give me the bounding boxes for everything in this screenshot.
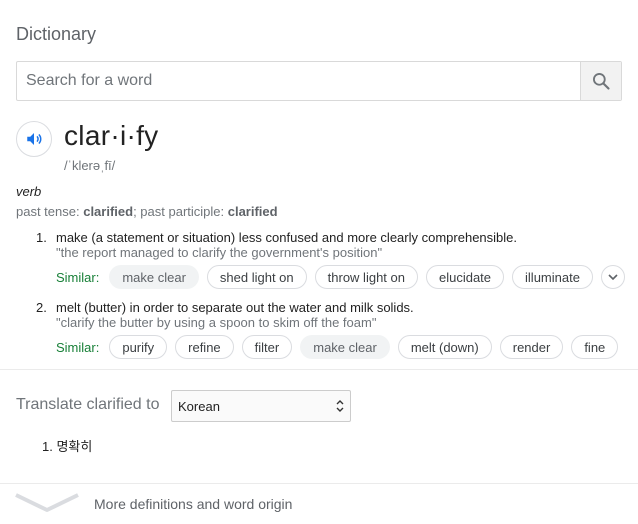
dictionary-card: Dictionary clar·i·fy /ˈklerəˌfī/ verb pa…: [0, 0, 638, 524]
similar-label: Similar:: [56, 269, 100, 285]
translate-label: Translate clarified to: [16, 396, 160, 413]
select-arrows-icon: [336, 400, 344, 412]
definition-example: "the report managed to clarify the gover…: [56, 245, 383, 260]
language-select-value: Korean: [178, 398, 220, 414]
pronunciation-button[interactable]: [16, 121, 52, 157]
more-definitions-label: More definitions and word origin: [94, 496, 293, 512]
similar-chip[interactable]: refine: [175, 335, 234, 359]
expand-similar-button[interactable]: [600, 265, 625, 289]
similar-chip[interactable]: make clear: [300, 335, 390, 359]
word-forms: past tense: clarified; past participle: …: [16, 204, 278, 219]
similar-chip[interactable]: shed light on: [206, 265, 307, 289]
translation-number: 1.: [42, 439, 53, 454]
phonetic: /ˈklerəˌfī/: [64, 158, 116, 173]
more-definitions-link[interactable]: More definitions and word origin: [0, 484, 638, 524]
search-input[interactable]: [17, 62, 581, 100]
similar-chip[interactable]: illuminate: [512, 265, 593, 289]
search-box: [16, 61, 622, 101]
past-participle-value: clarified: [227, 204, 278, 219]
part-of-speech: verb: [16, 184, 42, 199]
translation-result: 1. 명확히: [42, 436, 92, 455]
dictionary-title: Dictionary: [16, 24, 97, 44]
similar-chip[interactable]: elucidate: [425, 265, 505, 289]
definition-number: 2.: [36, 300, 47, 315]
search-icon: [593, 73, 610, 90]
chevron-down-icon: [608, 274, 618, 281]
definition-text: melt (butter) in order to separate out t…: [56, 300, 414, 315]
past-participle-label: ; past participle:: [133, 204, 228, 219]
similar-chip[interactable]: fine: [571, 335, 619, 359]
divider: [0, 369, 638, 370]
similar-chip[interactable]: render: [499, 335, 564, 359]
similar-chip[interactable]: purify: [109, 335, 168, 359]
similar-row-2: Similar: purify refine filter make clear…: [56, 334, 626, 360]
past-tense-value: clarified: [83, 204, 134, 219]
headword: clar·i·fy: [64, 120, 159, 151]
chevron-down-icon: [15, 493, 79, 512]
translation-text: 명확히: [56, 439, 93, 454]
past-tense-label: past tense:: [16, 204, 84, 219]
similar-chip[interactable]: melt (down): [397, 335, 492, 359]
language-select[interactable]: Korean: [171, 390, 351, 422]
similar-chip[interactable]: make clear: [109, 265, 199, 289]
speaker-icon: [27, 133, 42, 145]
similar-label: Similar:: [56, 339, 100, 355]
definition-number: 1.: [36, 230, 47, 245]
similar-row-1: Similar: make clear shed light on throw …: [56, 264, 625, 290]
similar-chip[interactable]: filter: [241, 335, 293, 359]
definition-text: make (a statement or situation) less con…: [56, 230, 517, 245]
definition-example: "clarify the butter by using a spoon to …: [56, 315, 377, 330]
search-button[interactable]: [580, 62, 621, 100]
similar-chip[interactable]: throw light on: [314, 265, 418, 289]
